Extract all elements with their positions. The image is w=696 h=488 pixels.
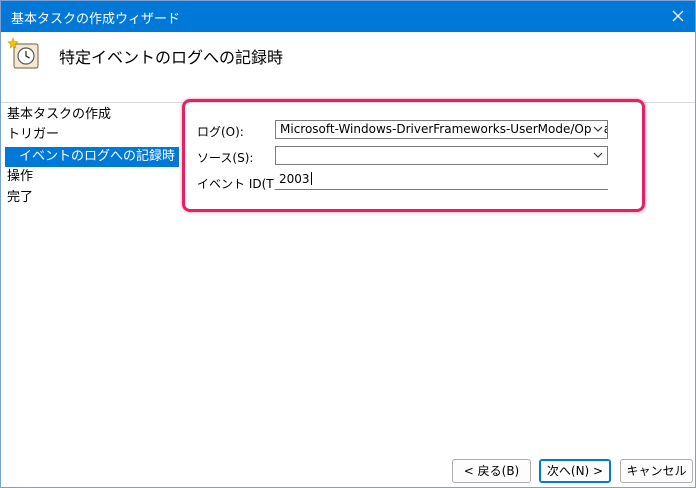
cancel-button[interactable]: キャンセル [620, 459, 693, 483]
step-action[interactable]: 操作 [7, 167, 33, 187]
page-title: 特定イベントのログへの記録時 [59, 48, 284, 67]
title-bar: 基本タスクの作成ウィザード [1, 1, 695, 32]
step-trigger[interactable]: トリガー [7, 125, 59, 145]
close-icon[interactable] [667, 5, 689, 27]
step-finish[interactable]: 完了 [7, 188, 33, 208]
step-event-logged[interactable]: イベントのログへの記録時 [5, 147, 179, 167]
scheduled-task-clock-icon [7, 36, 43, 72]
next-button[interactable]: 次へ(N) > [539, 459, 611, 483]
wizard-steps: 基本タスクの作成 トリガー イベントのログへの記録時 操作 完了 [1, 103, 180, 487]
wizard-header: 特定イベントのログへの記録時 [1, 32, 695, 103]
step-create-basic-task[interactable]: 基本タスクの作成 [7, 105, 111, 125]
back-button[interactable]: < 戻る(B) [452, 459, 531, 483]
highlight-annotation [182, 99, 645, 212]
window-title: 基本タスクの作成ウィザード [11, 12, 181, 27]
wizard-window: 基本タスクの作成ウィザード 特定イベントのログへの記録時 基本タスクの作成 トリ… [0, 0, 696, 488]
